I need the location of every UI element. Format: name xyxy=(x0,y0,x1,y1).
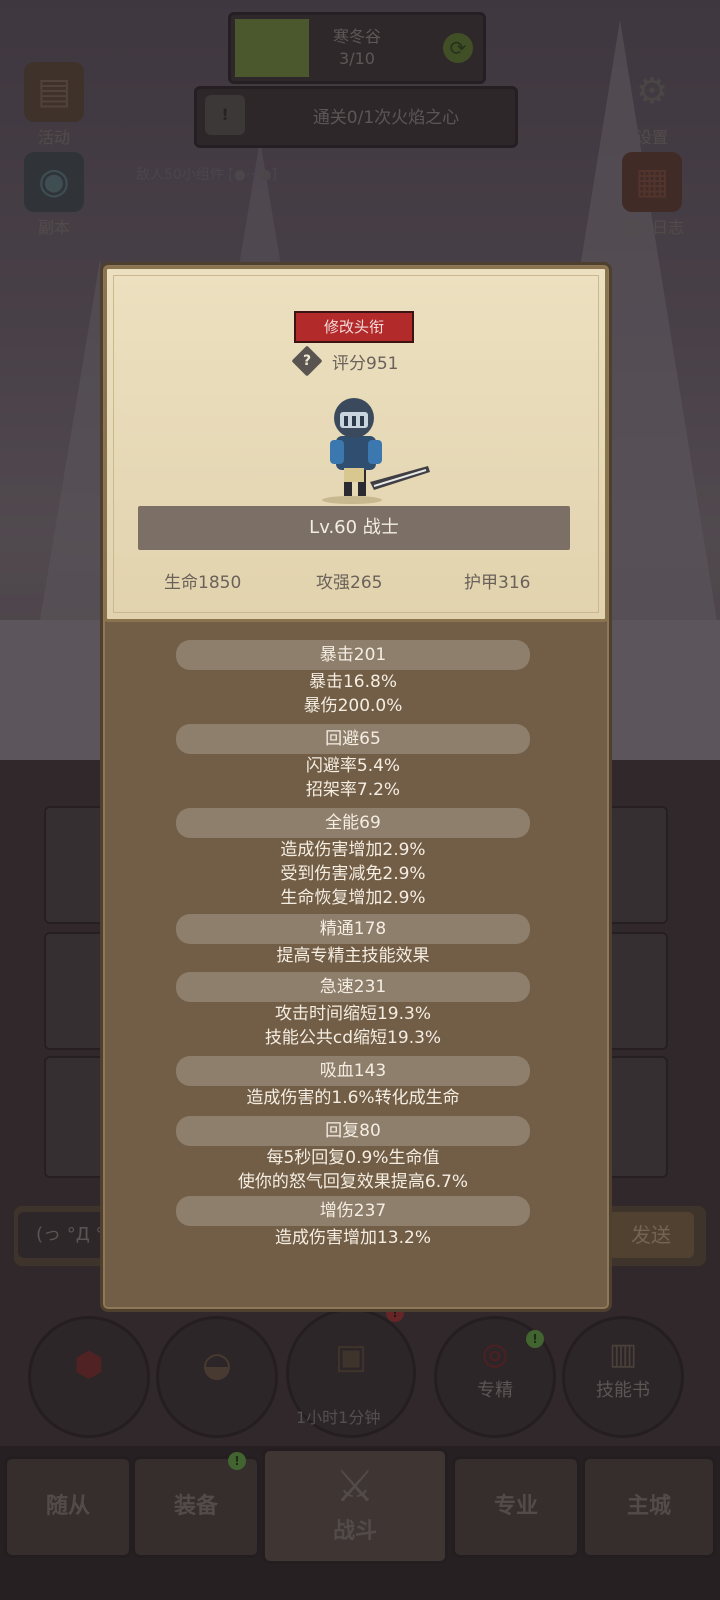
stat-line: 技能公共cd缩短19.3% xyxy=(264,1028,442,1048)
stat-line: 招架率7.2% xyxy=(305,780,401,800)
section-header: 急速231 xyxy=(176,972,530,1002)
section-header: 吸血143 xyxy=(176,1056,530,1086)
stat-line: 暴击16.8% xyxy=(308,672,397,692)
level-class-banner: Lv.60 战士 xyxy=(138,506,570,550)
stat-line: 暴伤200.0% xyxy=(303,696,403,716)
stat-line: 闪避率5.4% xyxy=(305,756,401,776)
stat-line: 使你的怒气回复效果提高6.7% xyxy=(237,1172,469,1192)
stat-line: 造成伤害的1.6%转化成生命 xyxy=(246,1088,460,1108)
stat-line: 受到伤害减免2.9% xyxy=(280,864,426,884)
score-row: ? 评分951 xyxy=(291,345,399,377)
section-header: 精通178 xyxy=(176,914,530,944)
stat-line: 攻击时间缩短19.3% xyxy=(274,1004,431,1024)
armor-stat: 护甲316 xyxy=(464,573,531,593)
edit-title-button[interactable]: 修改头衔 xyxy=(294,311,414,343)
section-header: 增伤237 xyxy=(176,1196,530,1226)
section-header: 全能69 xyxy=(176,808,530,838)
stat-line: 造成伤害增加13.2% xyxy=(274,1228,431,1248)
section-header: 回复80 xyxy=(176,1116,530,1146)
stat-line: 造成伤害增加2.9% xyxy=(280,840,426,860)
section-header: 暴击201 xyxy=(176,640,530,670)
hp-stat: 生命1850 xyxy=(164,573,242,593)
score-text: 评分951 xyxy=(332,353,399,374)
warrior-character-sprite xyxy=(322,398,430,504)
attack-stat: 攻强265 xyxy=(316,573,383,593)
stat-line: 每5秒回复0.9%生命值 xyxy=(266,1148,440,1168)
stat-line: 提高专精主技能效果 xyxy=(276,946,430,966)
stats-detail-list: 暴击201 暴击16.8% 暴伤200.0% 回避65 闪避率5.4% 招架率7… xyxy=(176,640,530,1250)
section-header: 回避65 xyxy=(176,724,530,754)
stat-line: 生命恢复增加2.9% xyxy=(280,888,426,908)
help-icon[interactable]: ? xyxy=(291,345,323,377)
